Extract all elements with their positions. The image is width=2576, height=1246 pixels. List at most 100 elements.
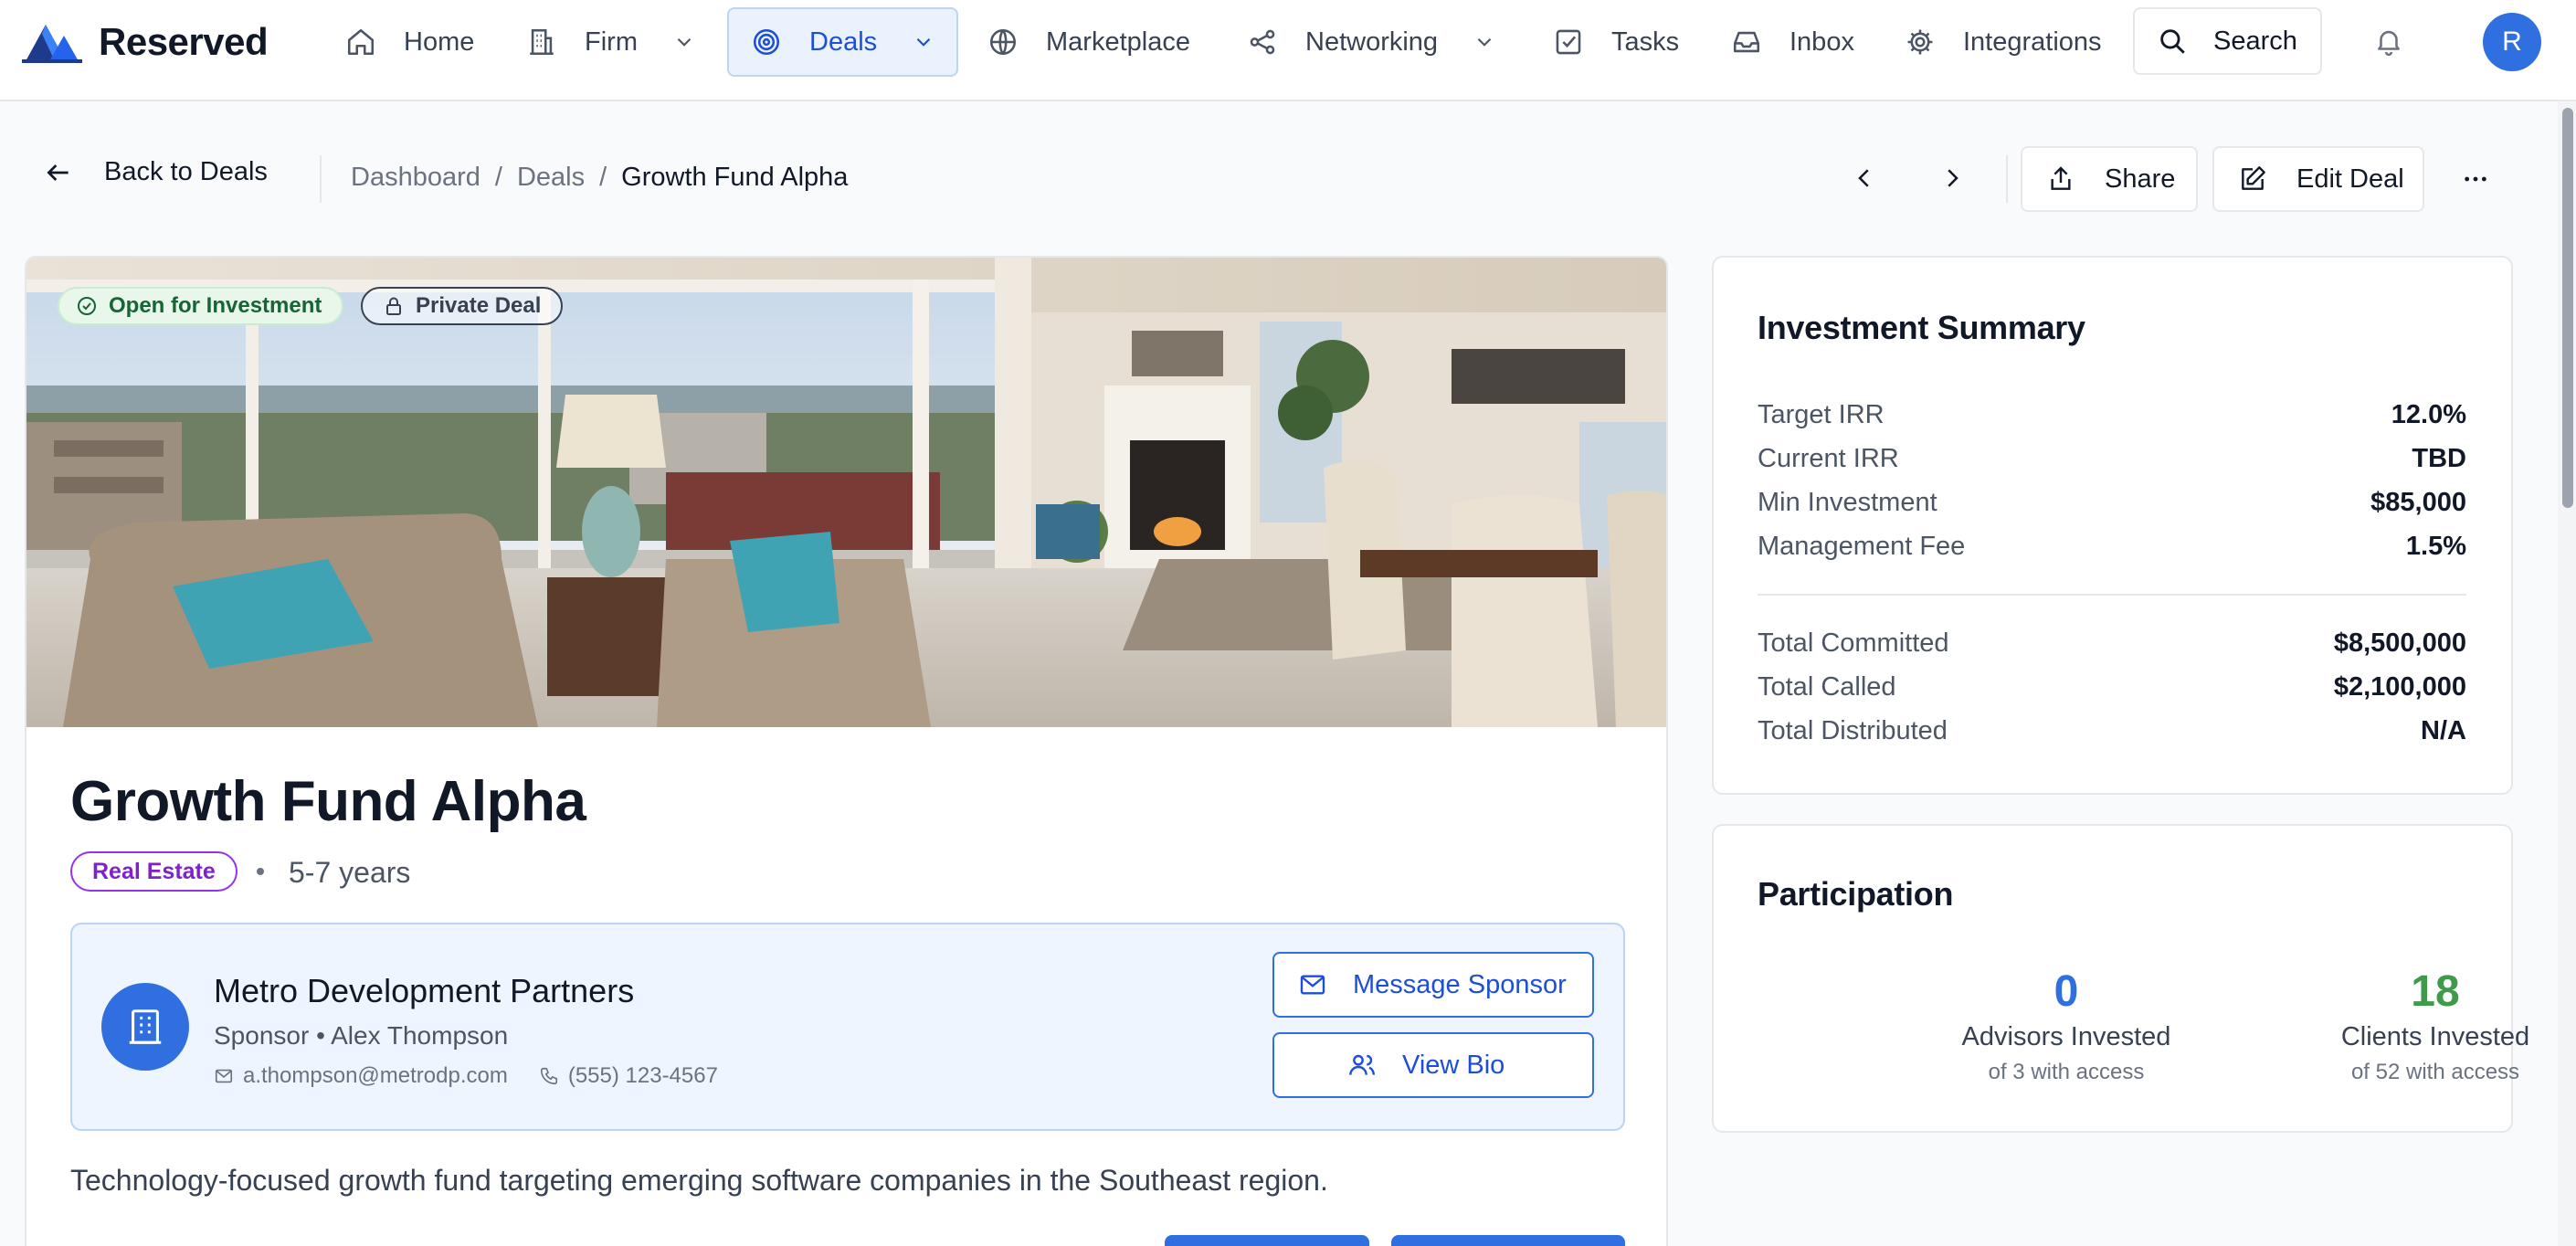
summary-label: Current IRR (1758, 444, 1899, 473)
office-building-icon (129, 1009, 162, 1044)
divider (2006, 155, 2008, 203)
nav-home-label: Home (404, 26, 475, 57)
participation-title: Participation (1758, 875, 1954, 913)
nav-home[interactable]: Home (345, 7, 474, 77)
nav-marketplace[interactable]: Marketplace (987, 7, 1190, 77)
sponsor-role-label: Sponsor (214, 1021, 310, 1050)
summary-value: $8,500,000 (2333, 628, 2466, 658)
status-badge-label: Open for Investment (109, 293, 322, 318)
sponsor-role: Sponsor • Alex Thompson (214, 1021, 508, 1051)
chevron-down-icon[interactable] (672, 30, 696, 54)
edit-pencil-icon (2242, 166, 2265, 190)
share-label: Share (2105, 164, 2176, 194)
sponsor-avatar (101, 983, 189, 1071)
search-button[interactable]: Search (2133, 7, 2322, 75)
next-deal-chevron-right-icon[interactable] (1938, 164, 1966, 192)
scrollbar-thumb[interactable] (2562, 108, 2573, 508)
summary-value: 1.5% (2405, 532, 2466, 561)
arrow-left-icon (47, 164, 69, 181)
summary-row-target-irr: Target IRR 12.0% (1758, 400, 2466, 430)
investment-summary-card: Investment Summary Target IRR 12.0% Curr… (1712, 256, 2513, 795)
separator-dot (257, 868, 264, 875)
participation-card: Participation 0 Advisors Invested of 3 w… (1712, 824, 2529, 1133)
advisors-label: Advisors Invested (1961, 1022, 2171, 1051)
advisors-count: 0 (2053, 967, 2079, 1016)
edit-deal-label: Edit Deal (2296, 164, 2404, 194)
deal-term: 5-7 years (289, 856, 411, 889)
nav-firm[interactable]: Firm (526, 7, 696, 77)
divider (320, 155, 322, 203)
clients-sub: of 52 with access (2350, 1060, 2520, 1084)
visibility-badge-label: Private Deal (416, 293, 542, 318)
secondary-action-button[interactable] (1391, 1235, 1625, 1246)
visibility-badge: Private Deal (361, 287, 564, 325)
nav-tasks-label: Tasks (1611, 26, 1680, 57)
nav-tasks[interactable]: Tasks (1553, 7, 1679, 77)
summary-row-total-called: Total Called $2,100,000 (1758, 672, 2466, 702)
gear-icon (1907, 29, 1933, 55)
clients-label: Clients Invested (2340, 1022, 2530, 1051)
summary-label: Target IRR (1758, 400, 1884, 429)
nav-networking[interactable]: Networking (1247, 7, 1496, 77)
lock-icon (386, 297, 401, 315)
deal-hero-image: Open for Investment Private Deal (26, 258, 1666, 727)
view-bio-button[interactable]: View Bio (1272, 1032, 1594, 1098)
breadcrumb-deals[interactable]: Deals (517, 163, 585, 193)
breadcrumb: Dashboard / Deals / Growth Fund Alpha (351, 163, 848, 193)
back-label: Back to Deals (104, 157, 268, 186)
nav-inbox[interactable]: Inbox (1731, 7, 1854, 77)
nav-marketplace-label: Marketplace (1046, 26, 1190, 57)
edit-deal-button[interactable]: Edit Deal (2212, 146, 2424, 212)
advisors-invested-stat: 0 Advisors Invested of 3 with access (1929, 966, 2203, 1085)
summary-value: $2,100,000 (2333, 672, 2466, 702)
summary-value: $85,000 (2370, 488, 2466, 517)
previous-deal-chevron-left-icon[interactable] (1851, 164, 1878, 192)
deal-title: Growth Fund Alpha (70, 770, 586, 833)
upload-share-icon (2051, 166, 2071, 190)
checkbox-icon (1556, 29, 1581, 55)
nav-firm-label: Firm (585, 26, 638, 57)
nav-deals-label: Deals (809, 26, 878, 57)
deal-description: Technology-focused growth fund targeting… (70, 1164, 1328, 1197)
globe-icon (989, 28, 1017, 56)
summary-value: 12.0% (2391, 400, 2466, 429)
summary-value: N/A (2421, 716, 2466, 745)
more-options-icon[interactable] (2461, 164, 2490, 194)
top-navigation: Reserved Home Firm Deals Marketplace Net… (0, 0, 2576, 101)
chevron-down-icon[interactable] (912, 30, 935, 54)
message-sponsor-button[interactable]: Message Sponsor (1272, 952, 1594, 1018)
summary-label: Total Distributed (1758, 716, 1948, 745)
share-nodes-icon (1250, 29, 1275, 55)
nav-networking-label: Networking (1305, 26, 1439, 57)
bell-icon[interactable] (2373, 26, 2404, 57)
back-to-deals-link[interactable]: Back to Deals (44, 157, 268, 187)
summary-row-min-investment: Min Investment $85,000 (1758, 488, 2466, 518)
brand[interactable]: Reserved (22, 20, 269, 64)
breadcrumb-dashboard[interactable]: Dashboard (351, 163, 480, 193)
sponsor-email[interactable]: a.thompson@metrodp.com (243, 1063, 508, 1089)
summary-label: Total Called (1758, 672, 1896, 702)
summary-row-total-committed: Total Committed $8,500,000 (1758, 628, 2466, 659)
living-room-photo (26, 258, 1666, 727)
nav-integrations-label: Integrations (1963, 26, 2102, 57)
phone-icon (540, 1067, 557, 1085)
summary-row-management-fee: Management Fee 1.5% (1758, 532, 2466, 562)
sponsor-contact: a.thompson@metrodp.com (555) 123-4567 (214, 1063, 718, 1089)
user-avatar[interactable]: R (2483, 13, 2541, 71)
nav-deals[interactable]: Deals (727, 7, 958, 77)
sponsor-phone[interactable]: (555) 123-4567 (568, 1063, 718, 1089)
summary-value: TBD (2412, 444, 2466, 473)
target-icon (753, 28, 780, 56)
clients-count: 18 (2411, 967, 2460, 1016)
clients-invested-stat: 18 Clients Invested of 52 with access (2298, 966, 2572, 1085)
breadcrumb-separator: / (599, 163, 607, 192)
check-circle-icon (78, 297, 96, 315)
chevron-down-icon[interactable] (1473, 30, 1496, 54)
advisors-sub: of 3 with access (1988, 1060, 2145, 1084)
nav-integrations[interactable]: Integrations (1905, 7, 2102, 77)
primary-action-button[interactable] (1165, 1235, 1369, 1246)
share-button[interactable]: Share (2021, 146, 2198, 212)
mountain-logo-icon (22, 25, 82, 63)
search-label: Search (2213, 26, 2297, 56)
asset-class-tag: Real Estate (70, 851, 238, 892)
